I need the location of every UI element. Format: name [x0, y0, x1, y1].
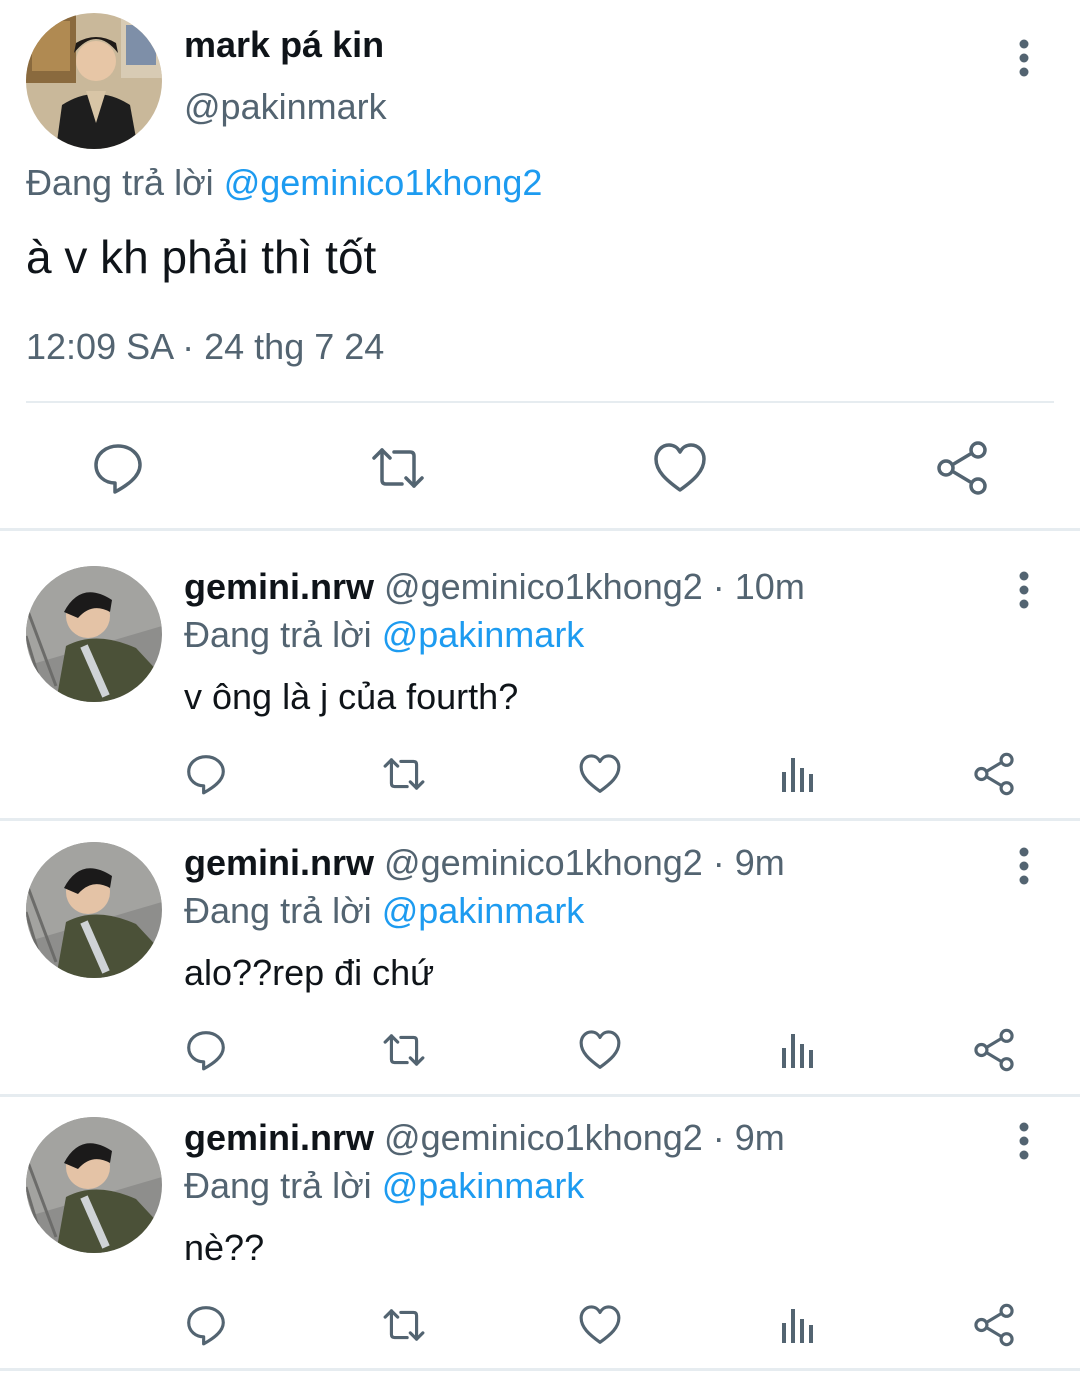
reply-meta: @geminico1khong2 · 10m	[374, 566, 805, 607]
avatar[interactable]	[26, 566, 162, 702]
main-tweet: mark pá kin @pakinmark Đang trả lời @gem…	[0, 0, 1080, 528]
reply-meta: @geminico1khong2 · 9m	[374, 1117, 785, 1158]
views-icon[interactable]	[776, 752, 820, 796]
like-icon[interactable]	[578, 1028, 622, 1072]
user-handle[interactable]: @pakinmark	[184, 86, 387, 128]
tweet-text: nè??	[184, 1227, 265, 1268]
reply-header: gemini.nrw @geminico1khong2 · 9m	[184, 842, 785, 884]
share-icon[interactable]	[972, 1028, 1016, 1072]
replying-to-label: Đang trả lời	[184, 614, 372, 655]
tweet-action-bar	[0, 1303, 1080, 1347]
reply-meta: @geminico1khong2 · 9m	[374, 842, 785, 883]
display-name[interactable]: gemini.nrw	[184, 842, 374, 883]
reply-icon[interactable]	[184, 752, 228, 796]
reply-mention-link[interactable]: @pakinmark	[382, 614, 585, 655]
reply-icon[interactable]	[90, 440, 146, 496]
replying-to-label: Đang trả lời	[26, 162, 214, 203]
reply-tweet[interactable]: gemini.nrw @geminico1khong2 · 9m Đang tr…	[0, 1117, 1080, 1374]
reply-icon[interactable]	[184, 1303, 228, 1347]
more-options-icon[interactable]	[1017, 1121, 1031, 1161]
views-icon[interactable]	[776, 1303, 820, 1347]
tweet-timestamp[interactable]: 12:09 SA · 24 thg 7 24	[26, 326, 384, 368]
divider	[0, 1094, 1080, 1097]
share-icon[interactable]	[972, 752, 1016, 796]
reply-header: gemini.nrw @geminico1khong2 · 9m	[184, 1117, 785, 1159]
replying-to: Đang trả lời @pakinmark	[184, 890, 584, 932]
replying-to-label: Đang trả lời	[184, 1165, 372, 1206]
tweet-text: v ông là j của fourth?	[184, 676, 519, 717]
views-icon[interactable]	[776, 1028, 820, 1072]
avatar[interactable]	[26, 13, 162, 149]
replying-to: Đang trả lời @pakinmark	[184, 1165, 584, 1207]
reply-tweet[interactable]: gemini.nrw @geminico1khong2 · 10m Đang t…	[0, 566, 1080, 838]
more-options-icon[interactable]	[1017, 570, 1031, 610]
tweet-action-bar	[0, 1028, 1080, 1072]
tweet-text: alo??rep đi chứ	[184, 952, 435, 993]
more-options-icon[interactable]	[1017, 38, 1031, 78]
reply-header: gemini.nrw @geminico1khong2 · 10m	[184, 566, 805, 608]
share-icon[interactable]	[972, 1303, 1016, 1347]
divider	[0, 818, 1080, 821]
retweet-icon[interactable]	[382, 752, 426, 796]
avatar[interactable]	[26, 842, 162, 978]
display-name[interactable]: mark pá kin	[184, 24, 384, 66]
divider	[0, 1368, 1080, 1371]
reply-tweet[interactable]: gemini.nrw @geminico1khong2 · 9m Đang tr…	[0, 842, 1080, 1114]
tweet-action-bar	[0, 752, 1080, 796]
like-icon[interactable]	[652, 440, 708, 496]
replying-to-label: Đang trả lời	[184, 890, 372, 931]
reply-mention-link[interactable]: @pakinmark	[382, 1165, 585, 1206]
retweet-icon[interactable]	[370, 440, 426, 496]
display-name[interactable]: gemini.nrw	[184, 566, 374, 607]
tweet-text: à v kh phải thì tốt	[26, 231, 377, 283]
like-icon[interactable]	[578, 752, 622, 796]
retweet-icon[interactable]	[382, 1028, 426, 1072]
divider	[26, 401, 1054, 403]
reply-icon[interactable]	[184, 1028, 228, 1072]
replying-to: Đang trả lời @pakinmark	[184, 614, 584, 656]
reply-mention-link[interactable]: @pakinmark	[382, 890, 585, 931]
share-icon[interactable]	[934, 440, 990, 496]
reply-mention-link[interactable]: @geminico1khong2	[224, 162, 543, 203]
divider	[0, 528, 1080, 531]
like-icon[interactable]	[578, 1303, 622, 1347]
avatar[interactable]	[26, 1117, 162, 1253]
tweet-action-bar	[0, 440, 1080, 496]
replying-to: Đang trả lời @geminico1khong2	[26, 162, 542, 204]
display-name[interactable]: gemini.nrw	[184, 1117, 374, 1158]
more-options-icon[interactable]	[1017, 846, 1031, 886]
retweet-icon[interactable]	[382, 1303, 426, 1347]
